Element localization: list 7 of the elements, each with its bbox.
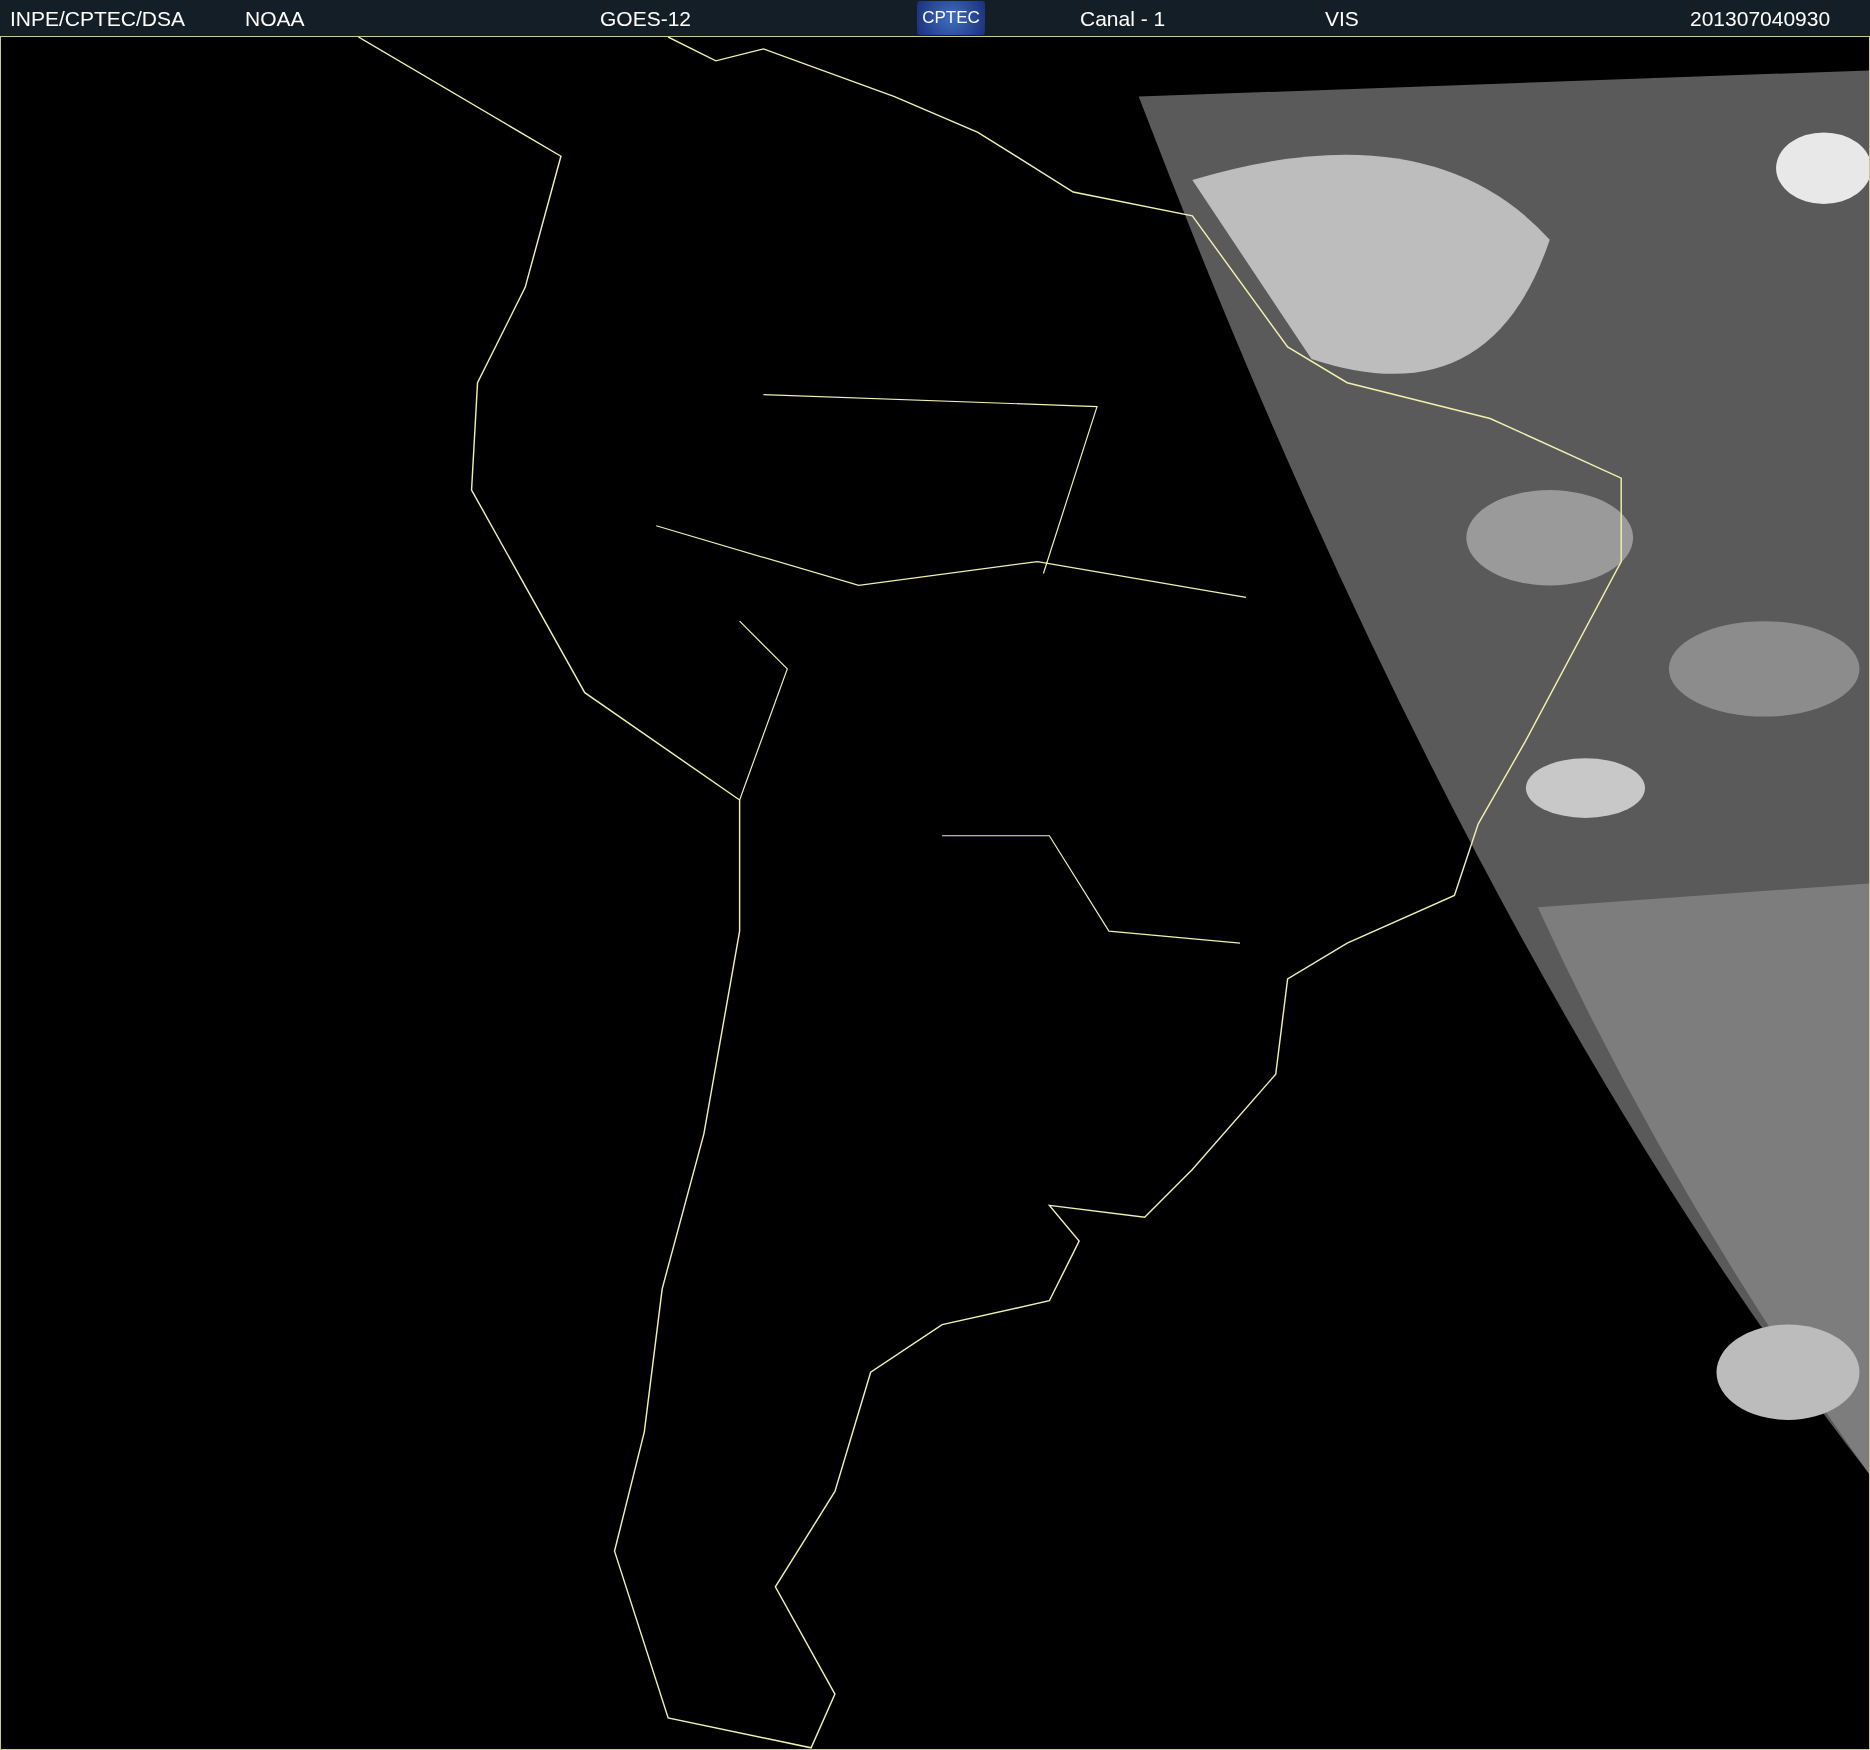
header-label: INPE/CPTEC/DSA <box>10 7 186 31</box>
header-label: NOAA <box>245 7 305 31</box>
header-label: GOES-12 <box>600 7 692 31</box>
header-label: VIS <box>1325 7 1359 31</box>
header-label: Canal - 1 <box>1080 7 1166 31</box>
header-label: 201307040930 <box>1690 7 1831 31</box>
logo: CPTEC <box>917 1 985 35</box>
